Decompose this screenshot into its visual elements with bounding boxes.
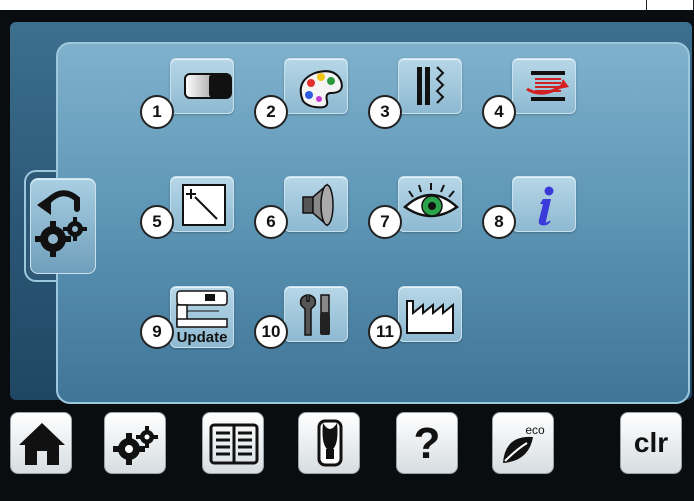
home-icon bbox=[19, 423, 65, 465]
tutorial-button[interactable] bbox=[202, 412, 264, 474]
calibration-button[interactable] bbox=[170, 176, 234, 232]
tile-number-11: 11 bbox=[368, 315, 402, 349]
back-arrow-gears-icon bbox=[35, 190, 87, 257]
eco-label: eco bbox=[525, 423, 545, 437]
update-button[interactable]: Update bbox=[170, 286, 234, 348]
tile-number-5: 5 bbox=[140, 205, 174, 239]
eco-button[interactable]: eco bbox=[492, 412, 554, 474]
bobbin-icon bbox=[526, 71, 569, 101]
tile-number-2: 2 bbox=[254, 95, 288, 129]
bobbin-settings-button[interactable] bbox=[512, 58, 576, 114]
tile-number-1: 1 bbox=[140, 95, 174, 129]
help-button[interactable]: ? bbox=[396, 412, 458, 474]
service-tools-icon bbox=[299, 294, 330, 336]
information-button[interactable] bbox=[512, 176, 576, 232]
audio-settings-button[interactable] bbox=[284, 176, 348, 232]
contrast-button[interactable] bbox=[170, 58, 234, 114]
tile-number-10: 10 bbox=[254, 315, 288, 349]
service-button[interactable] bbox=[284, 286, 348, 342]
speaker-icon bbox=[302, 183, 334, 227]
back-to-setup-button[interactable] bbox=[30, 178, 96, 274]
factory-reset-button[interactable] bbox=[398, 286, 462, 342]
tile-number-8: 8 bbox=[482, 205, 516, 239]
color-settings-button[interactable] bbox=[284, 58, 348, 114]
tile-number-7: 7 bbox=[368, 205, 402, 239]
tile-number-9: 9 bbox=[140, 315, 174, 349]
update-label: Update bbox=[176, 329, 228, 346]
clear-button[interactable]: clr bbox=[620, 412, 682, 474]
palette-icon bbox=[299, 70, 343, 109]
monitoring-button[interactable] bbox=[398, 176, 462, 232]
clear-label: clr bbox=[633, 427, 669, 458]
stitch-settings-button[interactable] bbox=[398, 58, 462, 114]
tile-number-4: 4 bbox=[482, 95, 516, 129]
dress-form-icon bbox=[317, 419, 343, 467]
eye-icon bbox=[403, 183, 459, 218]
home-button[interactable] bbox=[10, 412, 72, 474]
info-icon bbox=[538, 186, 554, 226]
sewing-consultant-button[interactable] bbox=[298, 412, 360, 474]
contrast-icon bbox=[184, 73, 232, 99]
tile-number-6: 6 bbox=[254, 205, 288, 239]
setup-button[interactable] bbox=[104, 412, 166, 474]
stitch-width-icon bbox=[417, 66, 445, 105]
tile-number-3: 3 bbox=[368, 95, 402, 129]
calibrate-pen-icon bbox=[182, 184, 226, 226]
factory-icon bbox=[406, 300, 454, 334]
gears-icon bbox=[113, 426, 158, 465]
book-icon bbox=[209, 423, 259, 465]
help-label: ? bbox=[413, 419, 441, 468]
settings-panel bbox=[10, 22, 692, 404]
